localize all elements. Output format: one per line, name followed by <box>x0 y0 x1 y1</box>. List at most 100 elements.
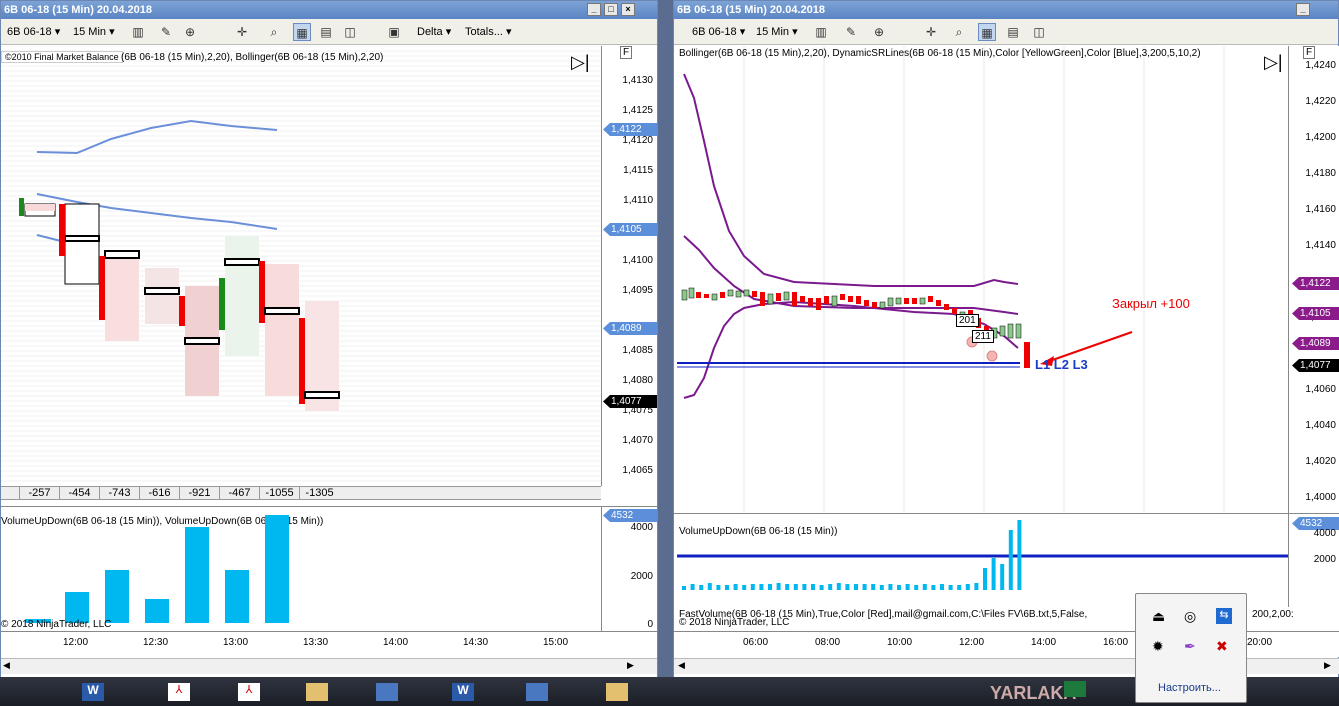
price-tick: 1,4020 <box>1305 456 1336 467</box>
time-tick: 12:30 <box>143 637 169 648</box>
price-tick: 1,4200 <box>1305 132 1336 143</box>
indicators-icon[interactable]: ▦ <box>978 23 996 41</box>
search-icon[interactable]: ⌕ <box>950 23 968 41</box>
price-tick: 1,4240 <box>1305 60 1336 71</box>
strategy-icon[interactable]: ▤ <box>317 23 335 41</box>
left-toolbar: 6B 06-18 ▾ 15 Min ▾ ▥ ✎ ⊕ ✛ ⌕ ▦ ▤ ◫ ▣ De… <box>1 19 657 45</box>
right-title-bar[interactable]: 6B 06-18 (15 Min) 20.04.2018 _ <box>674 1 1338 19</box>
play-icon[interactable]: ▷| <box>1264 52 1283 73</box>
window-divider <box>658 0 673 680</box>
right-toolbar: 6B 06-18 ▾ 15 Min ▾ ▥ ✎ ⊕ ✛ ⌕ ▦ ▤ ◫ <box>674 19 1338 45</box>
time-tick: 13:00 <box>223 637 249 648</box>
search-icon[interactable]: ⌕ <box>265 23 283 41</box>
tray-icon-bug[interactable]: ✹ <box>1152 638 1164 655</box>
time-tick: 13:30 <box>303 637 329 648</box>
left-title-bar[interactable]: 6B 06-18 (15 Min) 20.04.2018 _ □ × <box>1 1 657 19</box>
volume-bar <box>854 584 858 590</box>
delta-cell: -921 <box>179 487 219 499</box>
volume-bar <box>931 585 936 590</box>
price-tick: 1,4120 <box>622 135 653 146</box>
volume-bar <box>682 586 686 590</box>
volume-bar <box>905 584 910 590</box>
crosshair-icon[interactable]: ✛ <box>922 23 940 41</box>
interval-select[interactable]: 15 Min ▾ <box>756 23 798 41</box>
left-volume-panel[interactable]: VolumeUpDown(6B 06-18 (15 Min)), VolumeU… <box>1 506 601 631</box>
volume-bar <box>785 584 790 590</box>
excel-app-icon[interactable] <box>1064 681 1086 697</box>
annotation-text: Закрыл +100 <box>1112 296 1190 311</box>
price-tick: 1,4220 <box>1305 96 1336 107</box>
scroll-left-icon[interactable]: ◀ <box>3 660 10 671</box>
tray-icon-teamviewer[interactable]: ⇆ <box>1216 608 1232 624</box>
scale-f-icon[interactable]: F <box>1303 46 1316 59</box>
delta-select[interactable]: Delta ▾ <box>417 23 451 41</box>
shortcut-icon-2[interactable] <box>526 683 548 701</box>
scroll-right-icon[interactable]: ▶ <box>627 660 634 671</box>
scroll-left-icon[interactable]: ◀ <box>678 660 685 671</box>
tray-configure-link[interactable]: Настроить... <box>1158 682 1221 694</box>
volume-bar <box>948 585 953 590</box>
crosshair-icon[interactable]: ✛ <box>233 23 251 41</box>
left-volume-axis[interactable]: 4532 4000 2000 0 <box>601 506 657 631</box>
properties-icon[interactable]: ▣ <box>385 23 403 41</box>
minimize-icon[interactable]: _ <box>1296 3 1310 16</box>
instrument-select[interactable]: 6B 06-18 ▾ <box>7 23 60 41</box>
price-tick: 1,4095 <box>622 285 653 296</box>
scale-f-icon[interactable]: F <box>620 46 633 59</box>
minimize-icon[interactable]: _ <box>587 3 601 16</box>
totals-select[interactable]: Totals... ▾ <box>465 23 511 41</box>
bar-type-icon[interactable]: ▥ <box>129 23 147 41</box>
time-tick: 14:30 <box>463 637 489 648</box>
play-icon[interactable]: ▷| <box>571 52 590 73</box>
left-time-axis[interactable]: 12:00 12:30 13:00 13:30 14:00 14:30 15:00 <box>1 631 657 657</box>
tray-icon-sync[interactable]: ◎ <box>1184 608 1196 625</box>
word-app-icon[interactable]: W <box>82 683 104 701</box>
bar-type-icon[interactable]: ▥ <box>812 23 830 41</box>
indicator-caption: ©2010 Final Market Balance <box>1 51 123 63</box>
volume-bar <box>733 584 738 590</box>
zoom-icon[interactable]: ⊕ <box>870 23 888 41</box>
draw-tool-icon[interactable]: ✎ <box>157 23 175 41</box>
right-window-title: 6B 06-18 (15 Min) 20.04.2018 <box>677 4 825 16</box>
price-tick: 1,4080 <box>622 375 653 386</box>
volume-tick: 4000 <box>1313 528 1336 539</box>
chart-trader-icon[interactable]: ◫ <box>341 23 359 41</box>
tray-icon-network[interactable]: ✖ <box>1216 638 1228 655</box>
scroll-right-icon[interactable]: ▶ <box>1324 660 1331 671</box>
right-price-chart[interactable]: Bollinger(6B 06-18 (15 Min),2,20), Dynam… <box>674 46 1288 513</box>
draw-tool-icon[interactable]: ✎ <box>842 23 860 41</box>
price-tick: 1,4040 <box>1305 420 1336 431</box>
word-app-icon-2[interactable]: W <box>452 683 474 701</box>
chart-trader-icon[interactable]: ◫ <box>1030 23 1048 41</box>
zoom-icon[interactable]: ⊕ <box>181 23 199 41</box>
instrument-select[interactable]: 6B 06-18 ▾ <box>692 23 745 41</box>
copyright-text: © 2018 NinjaTrader, LLC <box>679 617 790 628</box>
price-tick: 1,4070 <box>622 435 653 446</box>
tray-icon-usb[interactable]: ⏏ <box>1152 608 1165 625</box>
left-horizontal-scrollbar[interactable]: ◀ ▶ <box>1 658 657 674</box>
price-tick: 1,4115 <box>623 165 653 176</box>
volume-bar <box>750 584 755 590</box>
indicators-icon[interactable]: ▦ <box>293 23 311 41</box>
time-tick: 15:00 <box>543 637 569 648</box>
folder-icon-2[interactable] <box>606 683 628 701</box>
right-price-axis[interactable]: F 1,4240 1,4220 1,4200 1,4180 1,4160 1,4140 1,… <box>1288 46 1339 513</box>
time-tick: 12:00 <box>63 637 89 648</box>
delta-cell: -616 <box>139 487 179 499</box>
left-window-title: 6B 06-18 (15 Min) 20.04.2018 <box>4 4 152 16</box>
volume-bar <box>828 584 833 590</box>
maximize-icon[interactable]: □ <box>604 3 618 16</box>
left-price-axis[interactable]: F 1,4130 1,4125 1,4120 1,4115 1,4110 1,4100 1,… <box>601 46 657 486</box>
pdf-app-icon[interactable]: ⅄ <box>168 683 190 701</box>
close-icon[interactable]: × <box>621 3 635 16</box>
folder-icon[interactable] <box>306 683 328 701</box>
pdf-app-icon-2[interactable]: ⅄ <box>238 683 260 701</box>
strategy-icon[interactable]: ▤ <box>1004 23 1022 41</box>
price-marker: 1,4122 <box>1292 277 1339 290</box>
right-volume-axis[interactable]: 4532 4000 2000 0 <box>1288 513 1339 633</box>
interval-select[interactable]: 15 Min ▾ <box>73 23 115 41</box>
left-volume-bars <box>25 515 289 623</box>
left-price-chart[interactable]: ©2010 Final Market Balance (6B 06-18 (15… <box>1 46 601 486</box>
shortcut-icon[interactable] <box>376 683 398 701</box>
tray-icon-feather[interactable]: ✒ <box>1184 638 1196 655</box>
